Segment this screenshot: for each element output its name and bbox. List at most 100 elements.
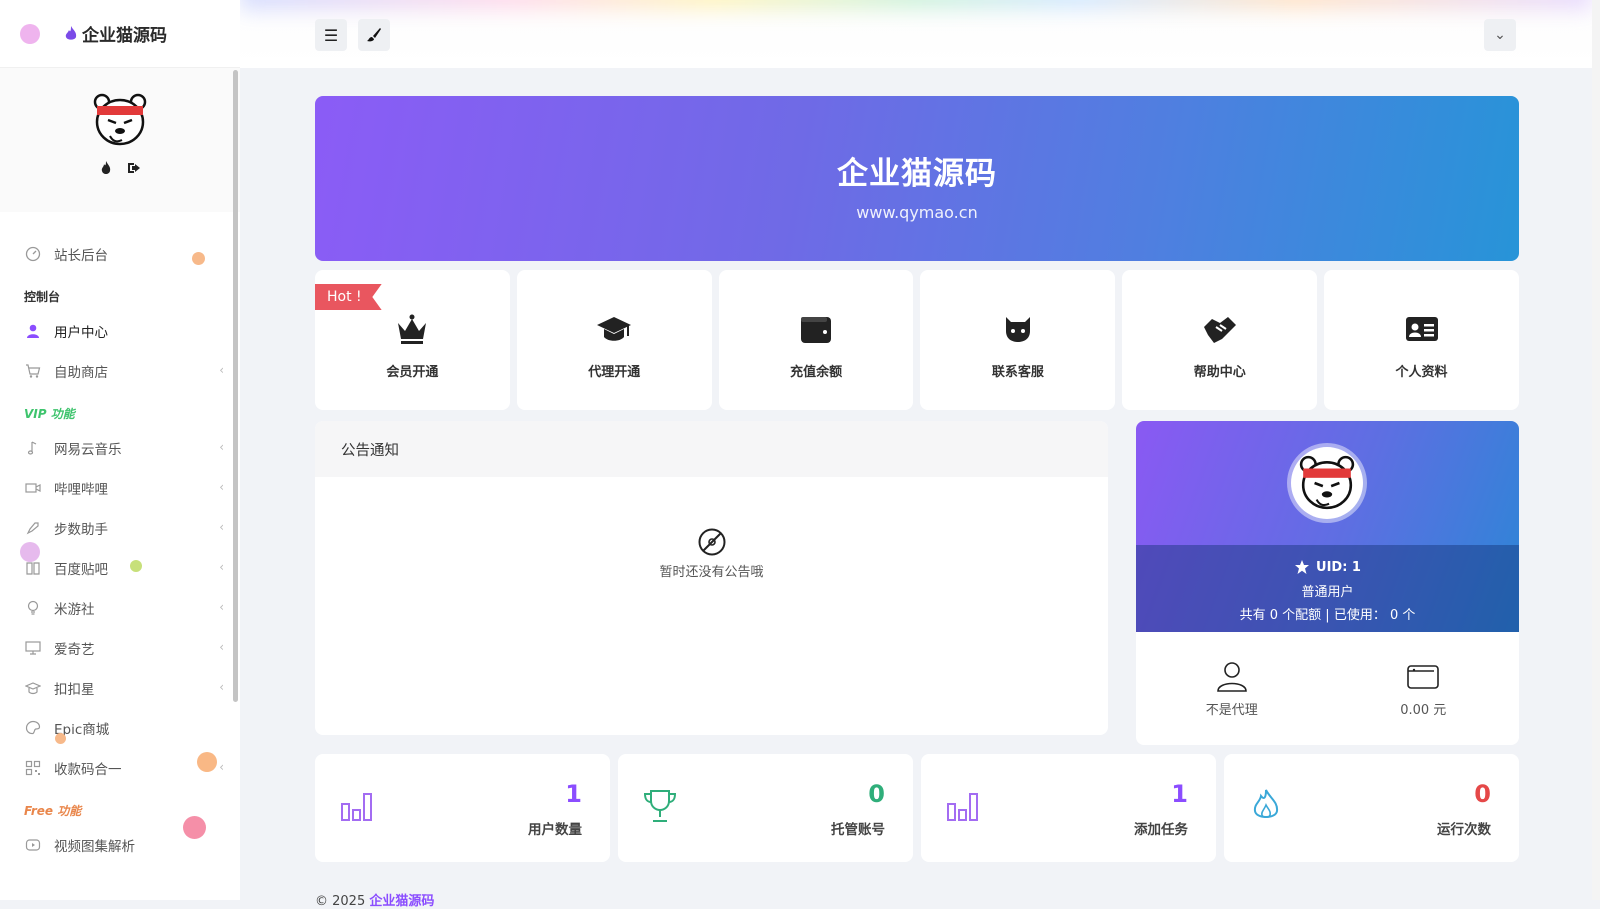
stats-row: 1 用户数量 0 托管账号 1 添加任务 0 运行次数 — [315, 754, 1519, 862]
menu-icon: ☰ — [323, 25, 339, 45]
chevron-left-icon: ‹ — [219, 480, 224, 494]
id-card-icon — [1405, 316, 1438, 341]
topbar-glow — [240, 0, 1592, 10]
chevron-left-icon: ‹ — [219, 520, 224, 534]
page-scrollbar[interactable] — [1592, 0, 1600, 900]
nav-section-vip: VIP 功能 — [24, 407, 75, 421]
agent-status[interactable]: 不是代理 — [1136, 632, 1328, 745]
graduation-cap-icon — [597, 316, 632, 341]
card-label: 联系客服 — [991, 364, 1044, 380]
sidebar-item-steps[interactable]: 步数助手 ‹ — [0, 508, 240, 548]
footer-brand-link[interactable]: 企业猫源码 — [369, 894, 434, 909]
sidebar-item-bilibili[interactable]: 哔哩哔哩 ‹ — [0, 468, 240, 508]
cart-icon — [24, 362, 42, 380]
card-membership[interactable]: Hot ! 会员开通 — [315, 270, 510, 410]
avatar[interactable] — [92, 92, 148, 148]
hero-banner: 企业猫源码 www.qymao.cn — [315, 96, 1519, 261]
bar-chart-icon — [341, 793, 372, 821]
sidebar-item-netease[interactable]: 网易云音乐 ‹ — [0, 428, 240, 468]
user-panel-header: UID: 1 普通用户 共有 0 个配额 | 已使用： 0 个 — [1136, 421, 1519, 632]
sidebar-item-label: 百度贴吧 — [54, 562, 108, 578]
sidebar-item-user-center[interactable]: 用户中心 — [0, 311, 240, 351]
brand-name[interactable]: 企业猫源码 — [82, 21, 167, 46]
chevron-left-icon: ‹ — [219, 440, 224, 454]
sidebar-item-epic[interactable]: Epic商城 — [0, 708, 240, 748]
card-recharge[interactable]: 充值余额 — [718, 270, 914, 410]
sidebar-scrollbar[interactable] — [233, 70, 238, 702]
nav-section-free: Free 功能 — [24, 804, 82, 818]
card-label: 会员开通 — [386, 364, 439, 380]
user-outline-icon — [1216, 662, 1247, 692]
sidebar-item-koukouxing[interactable]: 扣扣星 ‹ — [0, 668, 240, 708]
sidebar-item-iqiyi[interactable]: 爱奇艺 ‹ — [0, 628, 240, 668]
balance-text: 0.00 元 — [1400, 703, 1447, 718]
user-quota: 共有 0 个配额 | 已使用： 0 个 — [1239, 608, 1416, 623]
handshake-icon — [1203, 316, 1236, 343]
card-label: 个人资料 — [1395, 364, 1448, 380]
chevron-left-icon: ‹ — [219, 760, 224, 774]
card-label: 充值余额 — [790, 364, 843, 380]
decor-dot — [55, 733, 66, 744]
chevron-left-icon: ‹ — [219, 640, 224, 654]
sidebar-item-label: 米游社 — [54, 602, 95, 618]
theme-button[interactable] — [358, 19, 390, 51]
banner-subtitle: www.qymao.cn — [856, 203, 978, 222]
stat-tasks: 1 添加任务 — [921, 754, 1216, 862]
banner-title: 企业猫源码 — [837, 156, 997, 192]
notice-empty-state: 暂时还没有公告哦 — [315, 527, 1108, 580]
sidebar-item-shop[interactable]: 自助商店 ‹ — [0, 351, 240, 391]
card-support[interactable]: 联系客服 — [920, 270, 1116, 410]
stat-label: 运行次数 — [1437, 822, 1491, 838]
bar-chart-icon — [947, 793, 978, 821]
flame-icon[interactable] — [98, 160, 114, 176]
balance[interactable]: 0.00 元 — [1328, 632, 1520, 745]
flame-icon — [65, 25, 77, 40]
sidebar-item-miyoushe[interactable]: 米游社 ‹ — [0, 588, 240, 628]
logout-icon[interactable] — [126, 160, 142, 176]
menu-toggle-button[interactable]: ☰ — [315, 19, 347, 51]
stat-users: 1 用户数量 — [315, 754, 610, 862]
card-label: 帮助中心 — [1193, 364, 1246, 380]
stat-value: 0 — [1474, 780, 1491, 808]
notice-panel: 公告通知 暂时还没有公告哦 — [315, 421, 1108, 735]
brand-dot — [20, 23, 40, 44]
agent-status-text: 不是代理 — [1205, 703, 1258, 718]
user-avatar[interactable] — [1291, 447, 1363, 519]
play-icon — [24, 836, 42, 854]
video-icon — [24, 479, 42, 497]
decor-dot — [183, 816, 206, 839]
rocket-icon — [24, 519, 42, 537]
avatar-image — [1299, 455, 1355, 510]
wallet-icon — [801, 316, 832, 343]
paintbrush-icon — [367, 28, 381, 42]
sidebar-item-admin[interactable]: 站长后台 — [0, 234, 240, 274]
user-menu-dropdown[interactable]: ⌄ — [1484, 19, 1516, 51]
palette-icon — [24, 719, 42, 737]
sidebar: 企业猫源码 站长后台 控制台 用户中心 自助商店 ‹ VIP 功能 网易云音乐 … — [0, 0, 240, 900]
user-icon — [24, 322, 42, 340]
github-cat-icon — [1005, 316, 1030, 342]
stat-runs: 0 运行次数 — [1224, 754, 1519, 862]
chevron-left-icon: ‹ — [219, 600, 224, 614]
stat-hosted: 0 托管账号 — [618, 754, 913, 862]
user-panel: UID: 1 普通用户 共有 0 个配额 | 已使用： 0 个 不是代理 0.0… — [1136, 421, 1519, 745]
sidebar-item-label: 哔哩哔哩 — [54, 482, 108, 498]
profile — [0, 68, 240, 212]
chevron-left-icon: ‹ — [219, 560, 224, 574]
uid-text: UID: 1 — [1316, 559, 1361, 575]
decor-dot — [197, 752, 217, 772]
card-agent[interactable]: 代理开通 — [516, 270, 712, 410]
stat-label: 添加任务 — [1134, 822, 1188, 838]
qr-icon — [24, 759, 42, 777]
uid-row: UID: 1 — [1136, 559, 1519, 575]
user-panel-footer: 不是代理 0.00 元 — [1136, 632, 1519, 745]
sidebar-item-label: 扣扣星 — [54, 682, 95, 698]
stat-label: 用户数量 — [528, 822, 582, 838]
monitor-icon — [24, 639, 42, 657]
decor-dot — [130, 560, 142, 572]
notice-title: 公告通知 — [315, 421, 1108, 477]
card-profile[interactable]: 个人资料 — [1324, 270, 1519, 410]
card-help[interactable]: 帮助中心 — [1122, 270, 1318, 410]
nav-section-console: 控制台 — [24, 290, 61, 304]
sidebar-item-label: 视频图集解析 — [54, 839, 135, 855]
